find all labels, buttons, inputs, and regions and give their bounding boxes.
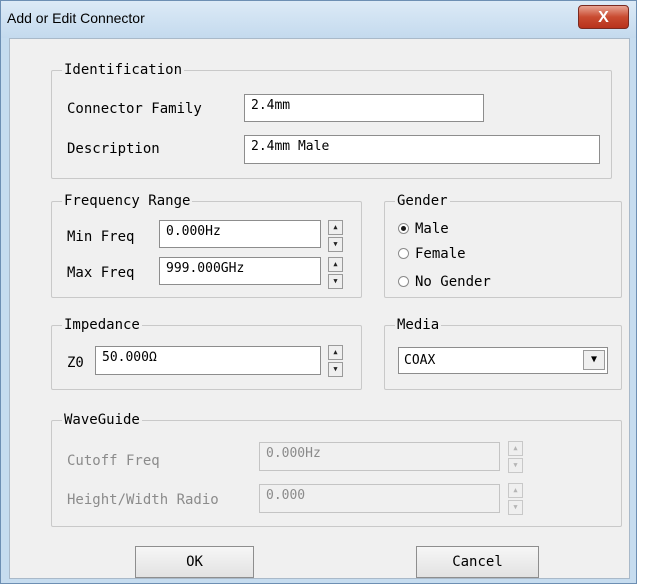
connector-family-input[interactable]: 2.4mm: [244, 94, 484, 122]
height-width-ratio-label: Height/Width Radio: [67, 492, 219, 508]
frequency-range-legend: Frequency Range: [62, 192, 193, 210]
dialog-window: Add or Edit Connector X Identification C…: [0, 0, 637, 584]
spin-down-icon[interactable]: ▼: [328, 274, 343, 289]
spin-down-icon[interactable]: ▼: [508, 458, 523, 473]
impedance-group: Impedance Z0 50.000Ω ▲ ▼: [51, 316, 362, 390]
chevron-down-icon[interactable]: ▼: [583, 350, 605, 370]
connector-family-label: Connector Family: [67, 101, 202, 117]
waveguide-group: WaveGuide Cutoff Freq 0.000Hz ▲ ▼ Height…: [51, 411, 622, 527]
spin-up-icon[interactable]: ▲: [328, 220, 343, 235]
media-legend: Media: [395, 316, 442, 334]
description-input[interactable]: 2.4mm Male: [244, 135, 600, 164]
ok-button[interactable]: OK: [135, 546, 254, 578]
spin-up-icon[interactable]: ▲: [508, 441, 523, 456]
height-width-ratio-input[interactable]: 0.000: [259, 484, 500, 513]
cutoff-freq-input[interactable]: 0.000Hz: [259, 442, 500, 471]
spin-up-icon[interactable]: ▲: [328, 257, 343, 272]
identification-group: Identification Connector Family 2.4mm De…: [51, 61, 612, 179]
max-freq-spinner[interactable]: ▲ ▼: [328, 257, 343, 289]
z0-spinner[interactable]: ▲ ▼: [328, 345, 343, 377]
media-selected-value: COAX: [404, 353, 436, 368]
gender-group: Gender Male Female No Gender: [384, 192, 622, 298]
media-select[interactable]: COAX ▼: [398, 347, 608, 374]
min-freq-label: Min Freq: [67, 229, 135, 245]
height-width-ratio-spinner[interactable]: ▲ ▼: [508, 483, 523, 515]
spin-up-icon[interactable]: ▲: [328, 345, 343, 360]
min-freq-input[interactable]: 0.000Hz: [159, 220, 321, 248]
impedance-legend: Impedance: [62, 316, 142, 334]
gender-option-label: Female: [415, 246, 466, 262]
cutoff-freq-spinner[interactable]: ▲ ▼: [508, 441, 523, 473]
z0-label: Z0: [67, 355, 84, 371]
gender-option-label: No Gender: [415, 274, 491, 290]
gender-male-radio[interactable]: Male: [398, 220, 449, 238]
gender-legend: Gender: [395, 192, 450, 210]
radio-selected-icon: [398, 223, 409, 234]
window-title: Add or Edit Connector: [7, 10, 145, 26]
gender-female-radio[interactable]: Female: [398, 245, 466, 263]
max-freq-input[interactable]: 999.000GHz: [159, 257, 321, 285]
gender-option-label: Male: [415, 221, 449, 237]
title-bar[interactable]: Add or Edit Connector X: [1, 1, 636, 38]
max-freq-label: Max Freq: [67, 265, 135, 281]
waveguide-legend: WaveGuide: [62, 411, 142, 429]
spin-down-icon[interactable]: ▼: [328, 237, 343, 252]
description-label: Description: [67, 141, 160, 157]
frequency-range-group: Frequency Range Min Freq 0.000Hz ▲ ▼ Max…: [51, 192, 362, 298]
min-freq-spinner[interactable]: ▲ ▼: [328, 220, 343, 252]
media-group: Media COAX ▼: [384, 316, 622, 390]
gender-no-gender-radio[interactable]: No Gender: [398, 273, 491, 291]
spin-down-icon[interactable]: ▼: [328, 362, 343, 377]
dialog-body: Identification Connector Family 2.4mm De…: [9, 38, 630, 579]
radio-icon: [398, 276, 409, 287]
cancel-button[interactable]: Cancel: [416, 546, 539, 578]
identification-legend: Identification: [62, 61, 185, 79]
close-button[interactable]: X: [578, 5, 629, 29]
radio-icon: [398, 248, 409, 259]
z0-input[interactable]: 50.000Ω: [95, 346, 321, 375]
spin-up-icon[interactable]: ▲: [508, 483, 523, 498]
spin-down-icon[interactable]: ▼: [508, 500, 523, 515]
cutoff-freq-label: Cutoff Freq: [67, 453, 160, 469]
